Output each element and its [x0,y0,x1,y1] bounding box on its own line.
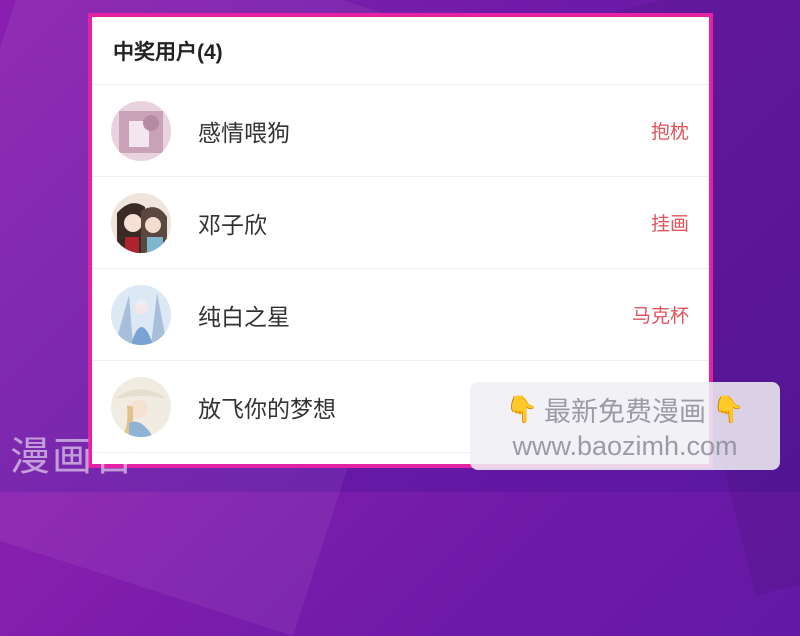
winner-name: 感情喂狗 [198,119,290,146]
prize-label: 抱枕 [650,122,689,143]
pointing-down-icon: 👇 [505,394,538,424]
avatar[interactable] [111,100,171,161]
winner-name: 邓子欣 [198,211,267,238]
panel-title: 中奖用户(4) [113,40,223,64]
panel-header: 中奖用户(4) [92,17,709,85]
prize-label: 挂画 [650,214,689,235]
list-item[interactable]: 纯白之星 马克杯 [92,269,709,361]
promo-overlay[interactable]: 👇 最新免费漫画 👇 www.baozimh.com [470,382,780,470]
list-item[interactable]: 邓子欣 挂画 [92,177,709,269]
prize-label: 马克杯 [631,306,689,327]
avatar[interactable] [111,192,171,253]
promo-headline: 👇 最新免费漫画 👇 [506,390,745,429]
promo-url[interactable]: www.baozimh.com [512,431,737,462]
list-item[interactable]: 感情喂狗 抱枕 [92,85,709,177]
winner-name: 纯白之星 [198,303,290,330]
site-watermark: 漫画台 [10,434,136,480]
avatar[interactable] [111,284,171,345]
promo-text: 最新免费漫画 [544,397,706,427]
pointing-down-icon: 👇 [712,394,745,424]
